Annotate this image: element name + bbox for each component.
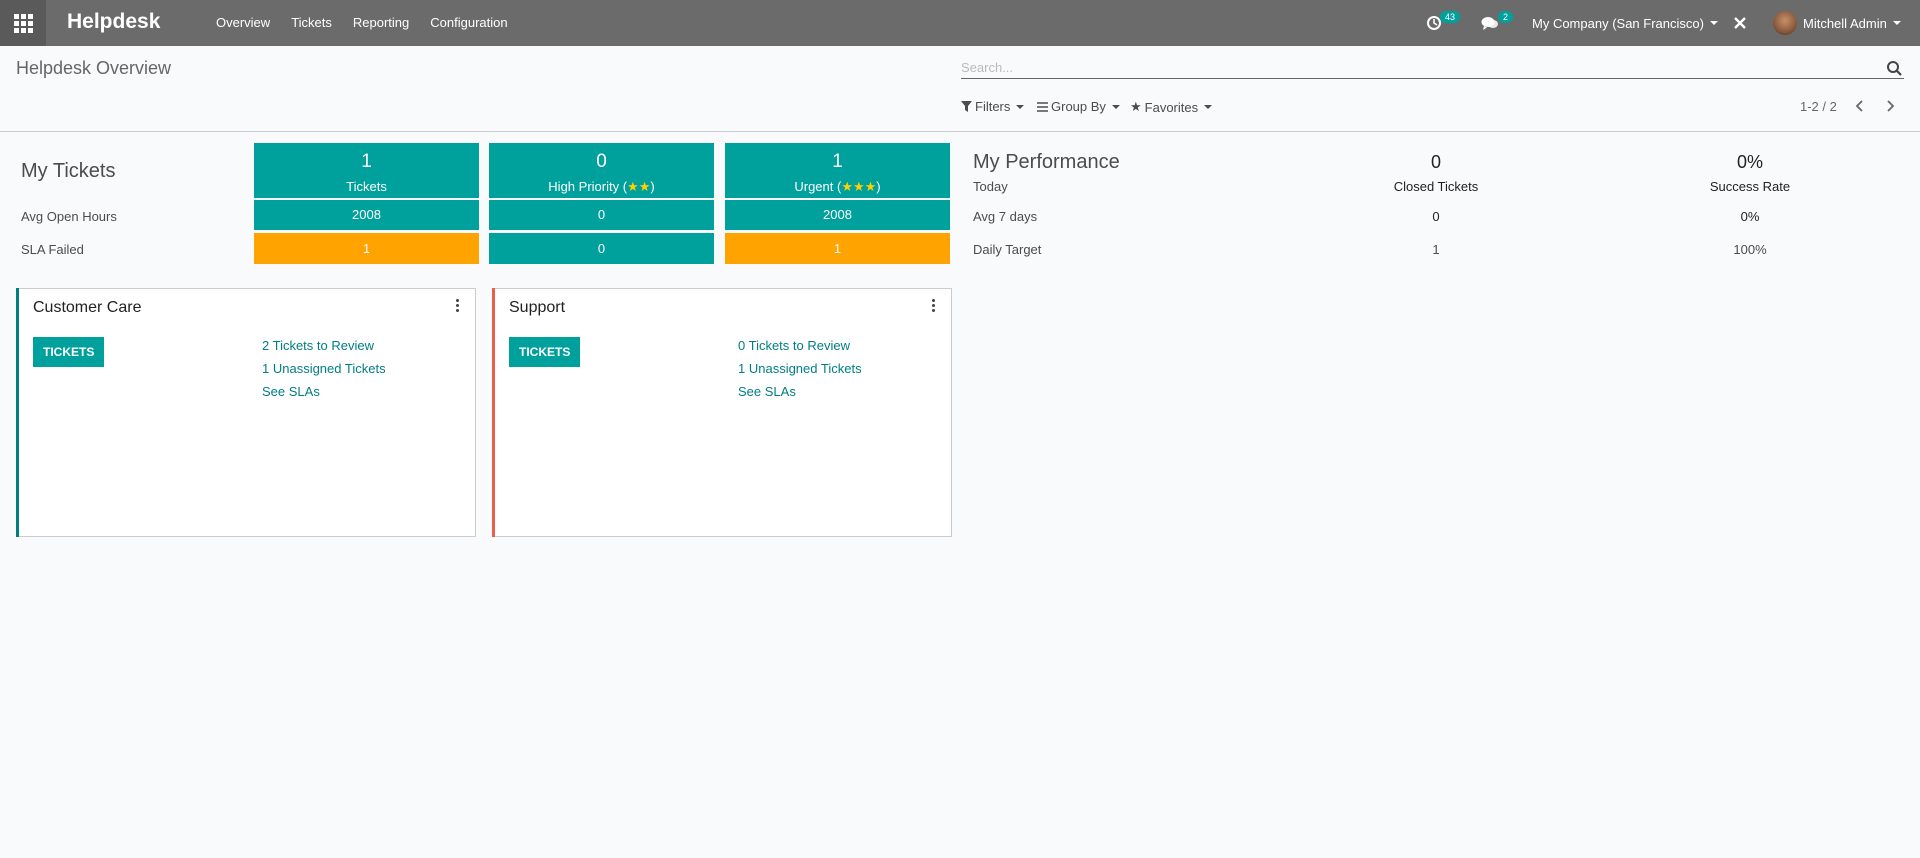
list-icon	[1037, 101, 1048, 112]
menu-overview[interactable]: Overview	[216, 15, 270, 30]
page-title: Helpdesk Overview	[16, 58, 172, 78]
avg-hours-high-cell[interactable]: 0	[489, 200, 714, 230]
app-menu-icon[interactable]	[0, 0, 46, 46]
priority-stars-icon: ★★	[627, 179, 651, 194]
filters-dropdown[interactable]: Filters	[961, 99, 1025, 114]
chevron-right-icon[interactable]	[1885, 100, 1895, 112]
activity-count-badge: 43	[1440, 11, 1461, 23]
favorites-dropdown[interactable]: ★ Favorites	[1130, 99, 1213, 115]
avg-7-days-label: Avg 7 days	[973, 209, 1038, 224]
see-slas-link[interactable]: See SLAs	[262, 384, 386, 399]
unassigned-tickets-link[interactable]: 1 Unassigned Tickets	[262, 361, 386, 376]
company-name: My Company (San Francisco)	[1532, 15, 1704, 31]
tile-label: Tickets	[346, 179, 387, 194]
tickets-button[interactable]: TICKETS	[509, 337, 581, 367]
star-icon: ★	[1130, 99, 1142, 114]
team-color-bar	[492, 288, 495, 537]
my-tickets-tile[interactable]: 1 Tickets	[254, 143, 479, 198]
chat-icon	[1481, 17, 1498, 30]
tools-icon	[1734, 17, 1746, 29]
unassigned-tickets-link[interactable]: 1 Unassigned Tickets	[738, 361, 862, 376]
see-slas-link[interactable]: See SLAs	[738, 384, 862, 399]
user-name: Mitchell Admin	[1803, 15, 1887, 31]
team-name: Customer Care	[33, 299, 142, 316]
urgent-stars-icon: ★★★	[841, 179, 877, 194]
tickets-to-review-link[interactable]: 2 Tickets to Review	[262, 338, 386, 353]
control-panel-divider	[0, 131, 1920, 132]
menu-configuration[interactable]: Configuration	[430, 15, 507, 30]
filters-label: Filters	[975, 99, 1011, 114]
search-input[interactable]	[961, 56, 1861, 78]
tickets-button[interactable]: TICKETS	[33, 337, 105, 367]
activity-button[interactable]: 43	[1426, 0, 1462, 46]
kebab-menu-icon[interactable]	[454, 299, 460, 312]
menu-tickets[interactable]: Tickets	[291, 15, 332, 30]
success-avg7-value: 0%	[1740, 209, 1760, 224]
urgent-tile[interactable]: 1 Urgent (★★★)	[725, 143, 950, 198]
avg-hours-urgent-cell[interactable]: 2008	[725, 200, 950, 230]
closed-avg7-value: 0	[1432, 209, 1440, 224]
avg-open-hours-label: Avg Open Hours	[21, 209, 117, 224]
daily-target-label: Daily Target	[973, 242, 1042, 257]
closed-target-value: 1	[1432, 242, 1440, 257]
search-bar	[961, 56, 1904, 79]
message-count-badge: 2	[1498, 11, 1514, 23]
sla-failed-label: SLA Failed	[21, 242, 84, 257]
sla-failed-high-cell[interactable]: 0	[489, 233, 714, 264]
success-rate-label: Success Rate	[1709, 179, 1791, 194]
menu-reporting[interactable]: Reporting	[353, 15, 409, 30]
kebab-menu-icon[interactable]	[930, 299, 936, 312]
filter-icon	[961, 101, 972, 112]
chevron-down-icon	[1709, 21, 1718, 25]
tickets-to-review-link[interactable]: 0 Tickets to Review	[738, 338, 862, 353]
chevron-down-icon	[1204, 105, 1213, 109]
chevron-down-icon	[1016, 104, 1025, 109]
sla-failed-urgent-cell[interactable]: 1	[725, 233, 950, 264]
chevron-down-icon	[1111, 104, 1120, 109]
top-navbar: Helpdesk Overview Tickets Reporting Conf…	[0, 0, 1920, 46]
team-card-customer-care: Customer Care TICKETS 2 Tickets to Revie…	[16, 288, 476, 537]
company-switcher[interactable]: My Company (San Francisco)	[1532, 0, 1718, 46]
favorites-label: Favorites	[1144, 99, 1199, 115]
group-by-dropdown[interactable]: Group By	[1037, 99, 1120, 114]
closed-tickets-label: Closed Tickets	[1393, 179, 1479, 194]
high-priority-tile[interactable]: 0 High Priority (★★)	[489, 143, 714, 198]
sla-failed-tickets-cell[interactable]: 1	[254, 233, 479, 264]
success-target-value: 100%	[1733, 242, 1767, 257]
user-menu[interactable]: Mitchell Admin	[1773, 0, 1901, 46]
debug-tools-button[interactable]	[1733, 0, 1747, 46]
closed-today-value: 0	[1430, 152, 1441, 172]
tile-value: 1	[832, 151, 843, 172]
my-performance-title: My Performance	[973, 151, 1120, 173]
pager-value[interactable]: 1-2 / 2	[1800, 99, 1837, 114]
group-by-label: Group By	[1051, 99, 1106, 114]
chevron-down-icon	[1892, 21, 1901, 25]
chevron-left-icon[interactable]	[1855, 100, 1865, 112]
search-icon[interactable]	[1886, 60, 1902, 76]
success-today-value: 0%	[1736, 152, 1763, 172]
tile-value: 0	[596, 151, 607, 172]
my-tickets-title: My Tickets	[21, 160, 116, 182]
app-title: Helpdesk	[67, 10, 161, 33]
tile-label: Urgent (	[794, 179, 842, 194]
today-label: Today	[973, 179, 1008, 194]
tile-value: 1	[361, 151, 372, 172]
team-card-support: Support TICKETS 0 Tickets to Review 1 Un…	[492, 288, 952, 537]
team-color-bar	[16, 288, 19, 537]
team-name: Support	[509, 299, 566, 316]
user-avatar	[1773, 11, 1797, 35]
tile-label: High Priority (	[548, 179, 628, 194]
avg-hours-tickets-cell[interactable]: 2008	[254, 200, 479, 230]
messages-button[interactable]: 2	[1481, 0, 1517, 46]
